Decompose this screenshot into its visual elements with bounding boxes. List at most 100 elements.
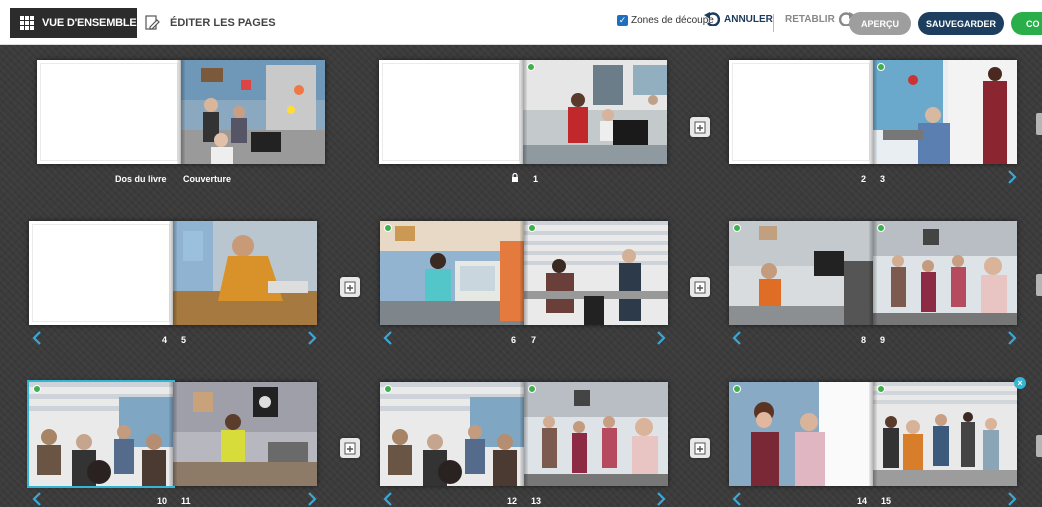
close-icon[interactable]: × (1014, 377, 1026, 389)
page-6[interactable] (380, 221, 524, 325)
add-page-button[interactable] (340, 277, 360, 297)
grid-icon (20, 16, 34, 30)
page-frame (732, 63, 870, 161)
tab-overview-label: VUE D'ENSEMBLE (42, 17, 137, 29)
spread-cover[interactable] (37, 60, 325, 164)
chevron-right-icon[interactable] (1007, 170, 1017, 184)
tab-edit-pages-label: ÉDITER LES PAGES (170, 17, 276, 29)
add-page-button[interactable] (690, 277, 710, 297)
page-7[interactable] (524, 221, 668, 325)
photo-group (524, 382, 668, 486)
page-2[interactable] (729, 60, 873, 164)
tab-edit-pages[interactable]: ÉDITER LES PAGES (144, 8, 276, 38)
spread-pages-2-3[interactable] (729, 60, 1017, 164)
photo-status-dot (733, 385, 741, 393)
preview-button[interactable]: APERÇU (849, 12, 911, 35)
chevron-left-icon[interactable] (732, 331, 742, 345)
chevron-right-icon[interactable] (656, 492, 666, 506)
book-spine (169, 382, 177, 486)
page-13[interactable] (524, 382, 668, 486)
chevron-left-icon[interactable] (383, 331, 393, 345)
page-3[interactable] (873, 60, 1017, 164)
page-inside-cover (379, 60, 523, 164)
add-page-button[interactable] (690, 117, 710, 137)
scroll-edge-tab[interactable] (1036, 274, 1042, 296)
page-back-cover[interactable] (37, 60, 181, 164)
chevron-left-icon[interactable] (383, 492, 393, 506)
undo-arrow-icon (704, 12, 720, 26)
spread-pages-14-15[interactable] (729, 382, 1017, 486)
chevron-right-icon[interactable] (656, 331, 666, 345)
add-page-icon (694, 442, 706, 454)
photo-status-dot (384, 385, 392, 393)
add-page-icon (344, 281, 356, 293)
page-15[interactable] (873, 382, 1017, 486)
photo-lab (523, 60, 667, 164)
label-page-2: 2 (861, 174, 867, 184)
chevron-right-icon[interactable] (1007, 492, 1017, 506)
lock-icon (512, 173, 518, 182)
photo-status-dot (527, 63, 535, 71)
undo-button[interactable]: ANNULER (704, 12, 773, 26)
add-page-icon (344, 442, 356, 454)
add-page-icon (694, 281, 706, 293)
spread-pages-6-7[interactable] (380, 221, 668, 325)
scroll-edge-tab[interactable] (1036, 435, 1042, 457)
order-button[interactable]: CO (1011, 12, 1042, 35)
chevron-left-icon[interactable] (732, 492, 742, 506)
top-toolbar: VUE D'ENSEMBLE ÉDITER LES PAGES ✓ Zones … (0, 0, 1042, 45)
save-button[interactable]: SAUVEGARDER (918, 12, 1004, 35)
spread-page-1[interactable] (379, 60, 667, 164)
spread-pages-10-11[interactable] (27, 380, 317, 488)
page-5[interactable] (173, 221, 317, 325)
chevron-left-icon[interactable] (32, 492, 42, 506)
label-page-4: 4 (162, 335, 168, 345)
photo-table-group (29, 382, 173, 486)
redo-button[interactable]: RETABLIR (785, 12, 855, 26)
photo-yellow-shirt (173, 382, 317, 486)
chevron-right-icon[interactable] (307, 492, 317, 506)
page-4[interactable] (29, 221, 173, 325)
page-8[interactable] (729, 221, 873, 325)
photo-status-dot (528, 385, 536, 393)
page-10[interactable] (27, 380, 175, 488)
chevron-right-icon[interactable] (307, 331, 317, 345)
label-cover: Couverture (183, 174, 232, 184)
photo-man (729, 221, 873, 325)
crop-zones-toggle[interactable]: ✓ Zones de découpe (617, 15, 714, 26)
crop-zones-label: Zones de découpe (631, 15, 714, 26)
chevron-left-icon[interactable] (32, 331, 42, 345)
book-spine (869, 60, 877, 164)
crop-zones-checkbox[interactable]: ✓ (617, 15, 628, 26)
label-page-3: 3 (880, 174, 886, 184)
tab-overview[interactable]: VUE D'ENSEMBLE (10, 8, 137, 38)
label-page-9: 9 (880, 335, 886, 345)
page-9[interactable] (873, 221, 1017, 325)
spread-pages-8-9[interactable] (729, 221, 1017, 325)
label-page-7: 7 (531, 335, 537, 345)
spread-pages-12-13[interactable] (380, 382, 668, 486)
label-page-6: 6 (511, 335, 517, 345)
page-14[interactable] (729, 382, 873, 486)
book-spine (869, 221, 877, 325)
photo-status-dot (877, 63, 885, 71)
photo-backs (873, 60, 1017, 164)
label-page-15: 15 (881, 496, 892, 506)
add-page-button[interactable] (690, 438, 710, 458)
label-page-12: 12 (507, 496, 518, 506)
spread-pages-4-5[interactable] (29, 221, 317, 325)
page-frame (382, 63, 520, 161)
page-1[interactable] (523, 60, 667, 164)
chevron-right-icon[interactable] (1007, 331, 1017, 345)
scroll-edge-tab[interactable] (1036, 113, 1042, 135)
photo-desk (173, 221, 317, 325)
book-spine (520, 382, 528, 486)
photo-computer (380, 221, 524, 325)
label-page-11: 11 (181, 496, 191, 506)
label-page-13: 13 (531, 496, 542, 506)
page-12[interactable] (380, 382, 524, 486)
page-11[interactable] (173, 382, 317, 486)
page-cover[interactable] (181, 60, 325, 164)
add-page-button[interactable] (340, 438, 360, 458)
photo-status-dot (877, 385, 885, 393)
